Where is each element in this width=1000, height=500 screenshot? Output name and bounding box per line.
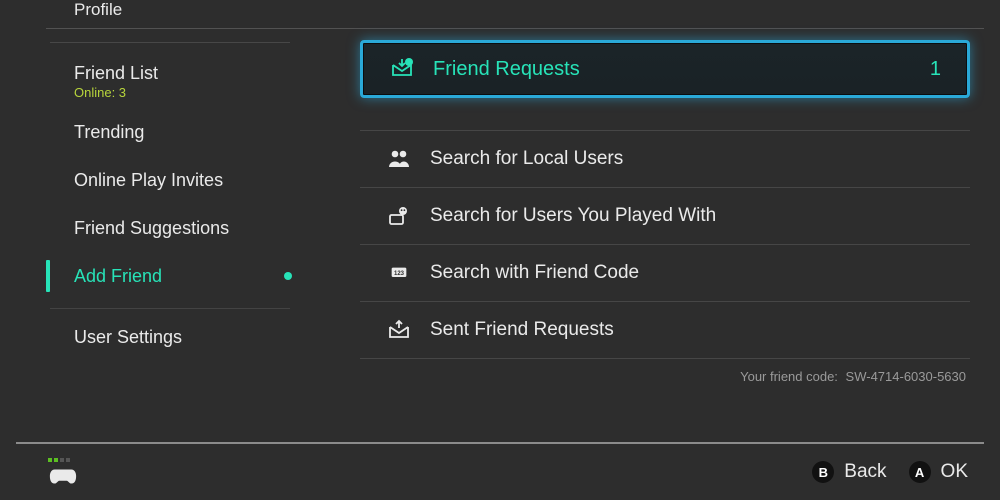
friend-requests-item[interactable]: Friend Requests 1 bbox=[360, 40, 970, 98]
sidebar-divider bbox=[50, 42, 290, 43]
sidebar-item-label: Add Friend bbox=[74, 266, 162, 287]
sidebar-item-add-friend[interactable]: Add Friend bbox=[46, 252, 302, 300]
sidebar-item-label: Trending bbox=[74, 122, 144, 143]
item-label: Sent Friend Requests bbox=[430, 319, 614, 341]
ok-button[interactable]: A OK bbox=[909, 461, 968, 483]
button-label: OK bbox=[941, 461, 968, 483]
inbox-download-icon bbox=[389, 56, 415, 82]
sidebar-item-profile[interactable]: Profile bbox=[46, 0, 302, 30]
sidebar-item-label: Online Play Invites bbox=[74, 170, 223, 191]
sidebar: Profile Friend List Online: 3 Trending O… bbox=[46, 0, 302, 361]
sidebar-item-label: Profile bbox=[74, 0, 122, 20]
outbox-upload-icon bbox=[386, 317, 412, 343]
svg-text:123: 123 bbox=[394, 271, 405, 277]
b-button-icon: B bbox=[812, 461, 834, 483]
search-friend-code-item[interactable]: 123 Search with Friend Code bbox=[360, 245, 970, 301]
friend-code-value: SW-4714-6030-5630 bbox=[846, 369, 966, 384]
back-button[interactable]: B Back bbox=[812, 461, 886, 483]
friend-code-text: Your friend code: SW-4714-6030-5630 bbox=[360, 369, 970, 384]
main-panel: Friend Requests 1 Search for Local Users bbox=[360, 40, 970, 384]
item-label: Friend Requests bbox=[433, 58, 580, 81]
sidebar-item-label: Friend List bbox=[74, 63, 158, 84]
controller-status bbox=[48, 458, 78, 487]
controller-battery-icon bbox=[48, 458, 78, 462]
button-label: Back bbox=[844, 461, 886, 483]
item-label: Search for Users You Played With bbox=[430, 205, 716, 227]
two-users-icon bbox=[386, 146, 412, 172]
sidebar-online-count: Online: 3 bbox=[46, 85, 302, 100]
friend-code-icon: 123 bbox=[386, 260, 412, 286]
item-label: Search with Friend Code bbox=[430, 262, 639, 284]
search-local-users-item[interactable]: Search for Local Users bbox=[360, 131, 970, 187]
search-played-with-item[interactable]: Search for Users You Played With bbox=[360, 188, 970, 244]
active-indicator-dot bbox=[284, 272, 292, 280]
sidebar-item-user-settings[interactable]: User Settings bbox=[46, 313, 302, 361]
sidebar-item-friend-suggestions[interactable]: Friend Suggestions bbox=[46, 204, 302, 252]
item-label: Search for Local Users bbox=[430, 148, 623, 170]
footer: B Back A OK bbox=[0, 444, 1000, 500]
friend-requests-count: 1 bbox=[930, 58, 941, 81]
sidebar-item-label: User Settings bbox=[74, 327, 182, 348]
played-with-icon bbox=[386, 203, 412, 229]
sidebar-divider bbox=[50, 308, 290, 309]
sent-friend-requests-item[interactable]: Sent Friend Requests bbox=[360, 302, 970, 358]
active-indicator-bar bbox=[46, 260, 50, 292]
sidebar-item-label: Friend Suggestions bbox=[74, 218, 229, 239]
add-friend-options: Search for Local Users Search for Users … bbox=[360, 130, 970, 359]
friend-code-label: Your friend code: bbox=[740, 369, 838, 384]
footer-actions: B Back A OK bbox=[812, 461, 968, 483]
a-button-icon: A bbox=[909, 461, 931, 483]
sidebar-item-online-play-invites[interactable]: Online Play Invites bbox=[46, 156, 302, 204]
row-divider bbox=[360, 358, 970, 359]
controller-icon bbox=[48, 465, 78, 487]
sidebar-item-trending[interactable]: Trending bbox=[46, 108, 302, 156]
